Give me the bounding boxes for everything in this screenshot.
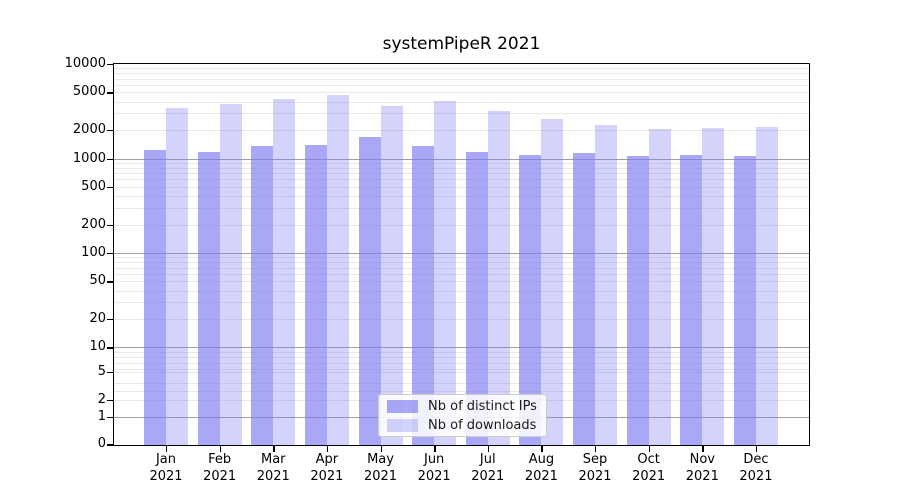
legend-swatch-distinct-ips [387,400,418,413]
x-tick-label-dec: Dec2021 [720,451,792,485]
bar-downloads-sep [595,125,617,445]
legend-item-downloads: Nb of downloads [387,417,538,433]
legend-label-downloads: Nb of downloads [428,418,536,433]
y-tick-mark-10000 [107,64,113,65]
legend-swatch-downloads [387,419,418,432]
gridline-7000 [113,79,810,80]
bar-downloads-mar [273,99,295,445]
bar-distinct-ips-apr [305,145,327,445]
y-tick-mark-0 [107,444,113,445]
gridline-3000 [113,113,810,114]
bar-distinct-ips-feb [198,152,220,445]
bar-downloads-dec [756,127,778,445]
bar-downloads-nov [702,128,724,445]
bar-downloads-feb [220,104,242,445]
y-tick-label-5: 5 [14,363,106,381]
y-tick-label-2: 2 [14,391,106,409]
y-tick-label-20: 20 [14,310,106,328]
legend-label-distinct-ips: Nb of distinct IPs [428,399,537,414]
y-tick-label-5000: 5000 [14,83,106,101]
y-tick-label-10000: 10000 [14,55,106,73]
y-tick-label-1000: 1000 [14,150,106,168]
gridline-9000 [113,68,810,69]
y-tick-label-500: 500 [14,178,106,196]
legend-item-distinct-ips: Nb of distinct IPs [387,398,538,414]
plot-area [113,63,810,446]
gridline-5000 [113,92,810,93]
chart-title: systemPipeR 2021 [113,34,810,56]
gridline-6000 [113,85,810,86]
y-tick-label-10: 10 [14,338,106,356]
bar-downloads-oct [649,129,671,445]
bar-distinct-ips-jan [144,150,166,445]
bar-downloads-apr [327,95,349,445]
y-tick-label-0: 0 [14,435,106,453]
legend: Nb of distinct IPs Nb of downloads [378,394,547,437]
bar-distinct-ips-nov [680,155,702,445]
figure: systemPipeR 2021 0 12 5 10 20 50 100 200 500 1000… [0,0,900,500]
bar-distinct-ips-dec [734,156,756,445]
gridline-4000 [113,102,810,103]
y-tick-label-1: 1 [14,408,106,426]
bar-downloads-jan [166,108,188,445]
y-tick-label-200: 200 [14,216,106,234]
bar-distinct-ips-mar [251,146,273,445]
y-tick-label-2000: 2000 [14,121,106,139]
y-tick-label-50: 50 [14,272,106,290]
gridline-8000 [113,73,810,74]
bar-distinct-ips-sep [573,153,595,445]
y-tick-label-100: 100 [14,244,106,262]
bar-distinct-ips-oct [627,156,649,445]
